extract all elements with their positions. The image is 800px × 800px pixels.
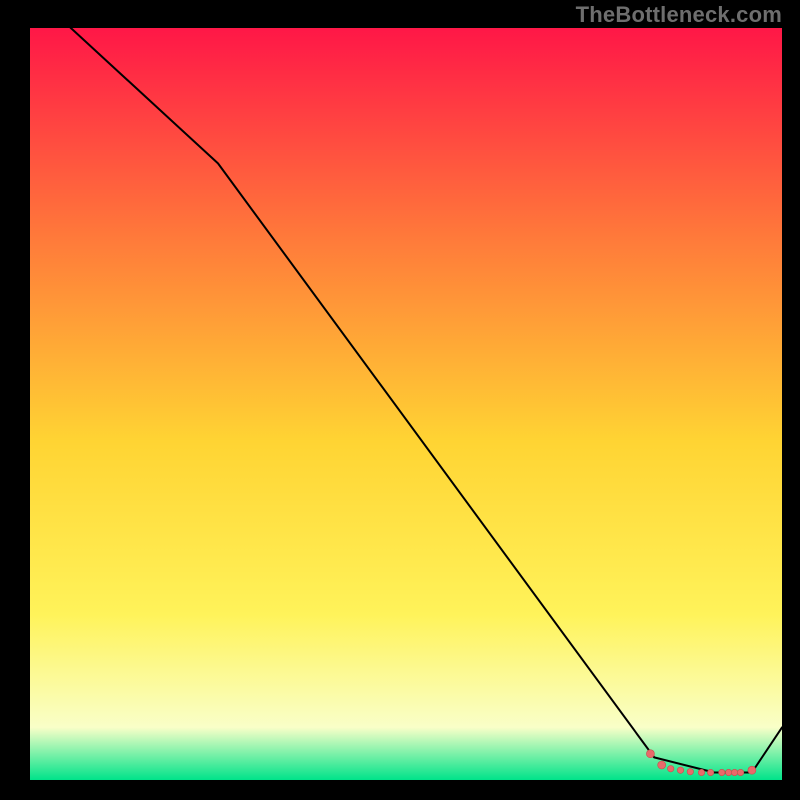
marker-cluster-c xyxy=(677,767,683,773)
marker-end-a xyxy=(748,766,756,774)
marker-gap-b xyxy=(707,769,713,775)
marker-cluster-b xyxy=(668,766,674,772)
marker-gap-a xyxy=(698,769,704,775)
marker-mid-d xyxy=(737,769,743,775)
marker-cluster-d xyxy=(687,769,693,775)
gradient-background xyxy=(30,28,782,780)
marker-mid-a xyxy=(719,769,725,775)
marker-cluster-left-end xyxy=(646,750,654,758)
marker-mid-b xyxy=(725,769,731,775)
marker-mid-c xyxy=(731,769,737,775)
plot-area xyxy=(30,28,782,780)
chart-frame: TheBottleneck.com xyxy=(0,0,800,800)
marker-cluster-a xyxy=(658,761,666,769)
watermark-text: TheBottleneck.com xyxy=(576,2,782,28)
chart-svg xyxy=(30,28,782,780)
